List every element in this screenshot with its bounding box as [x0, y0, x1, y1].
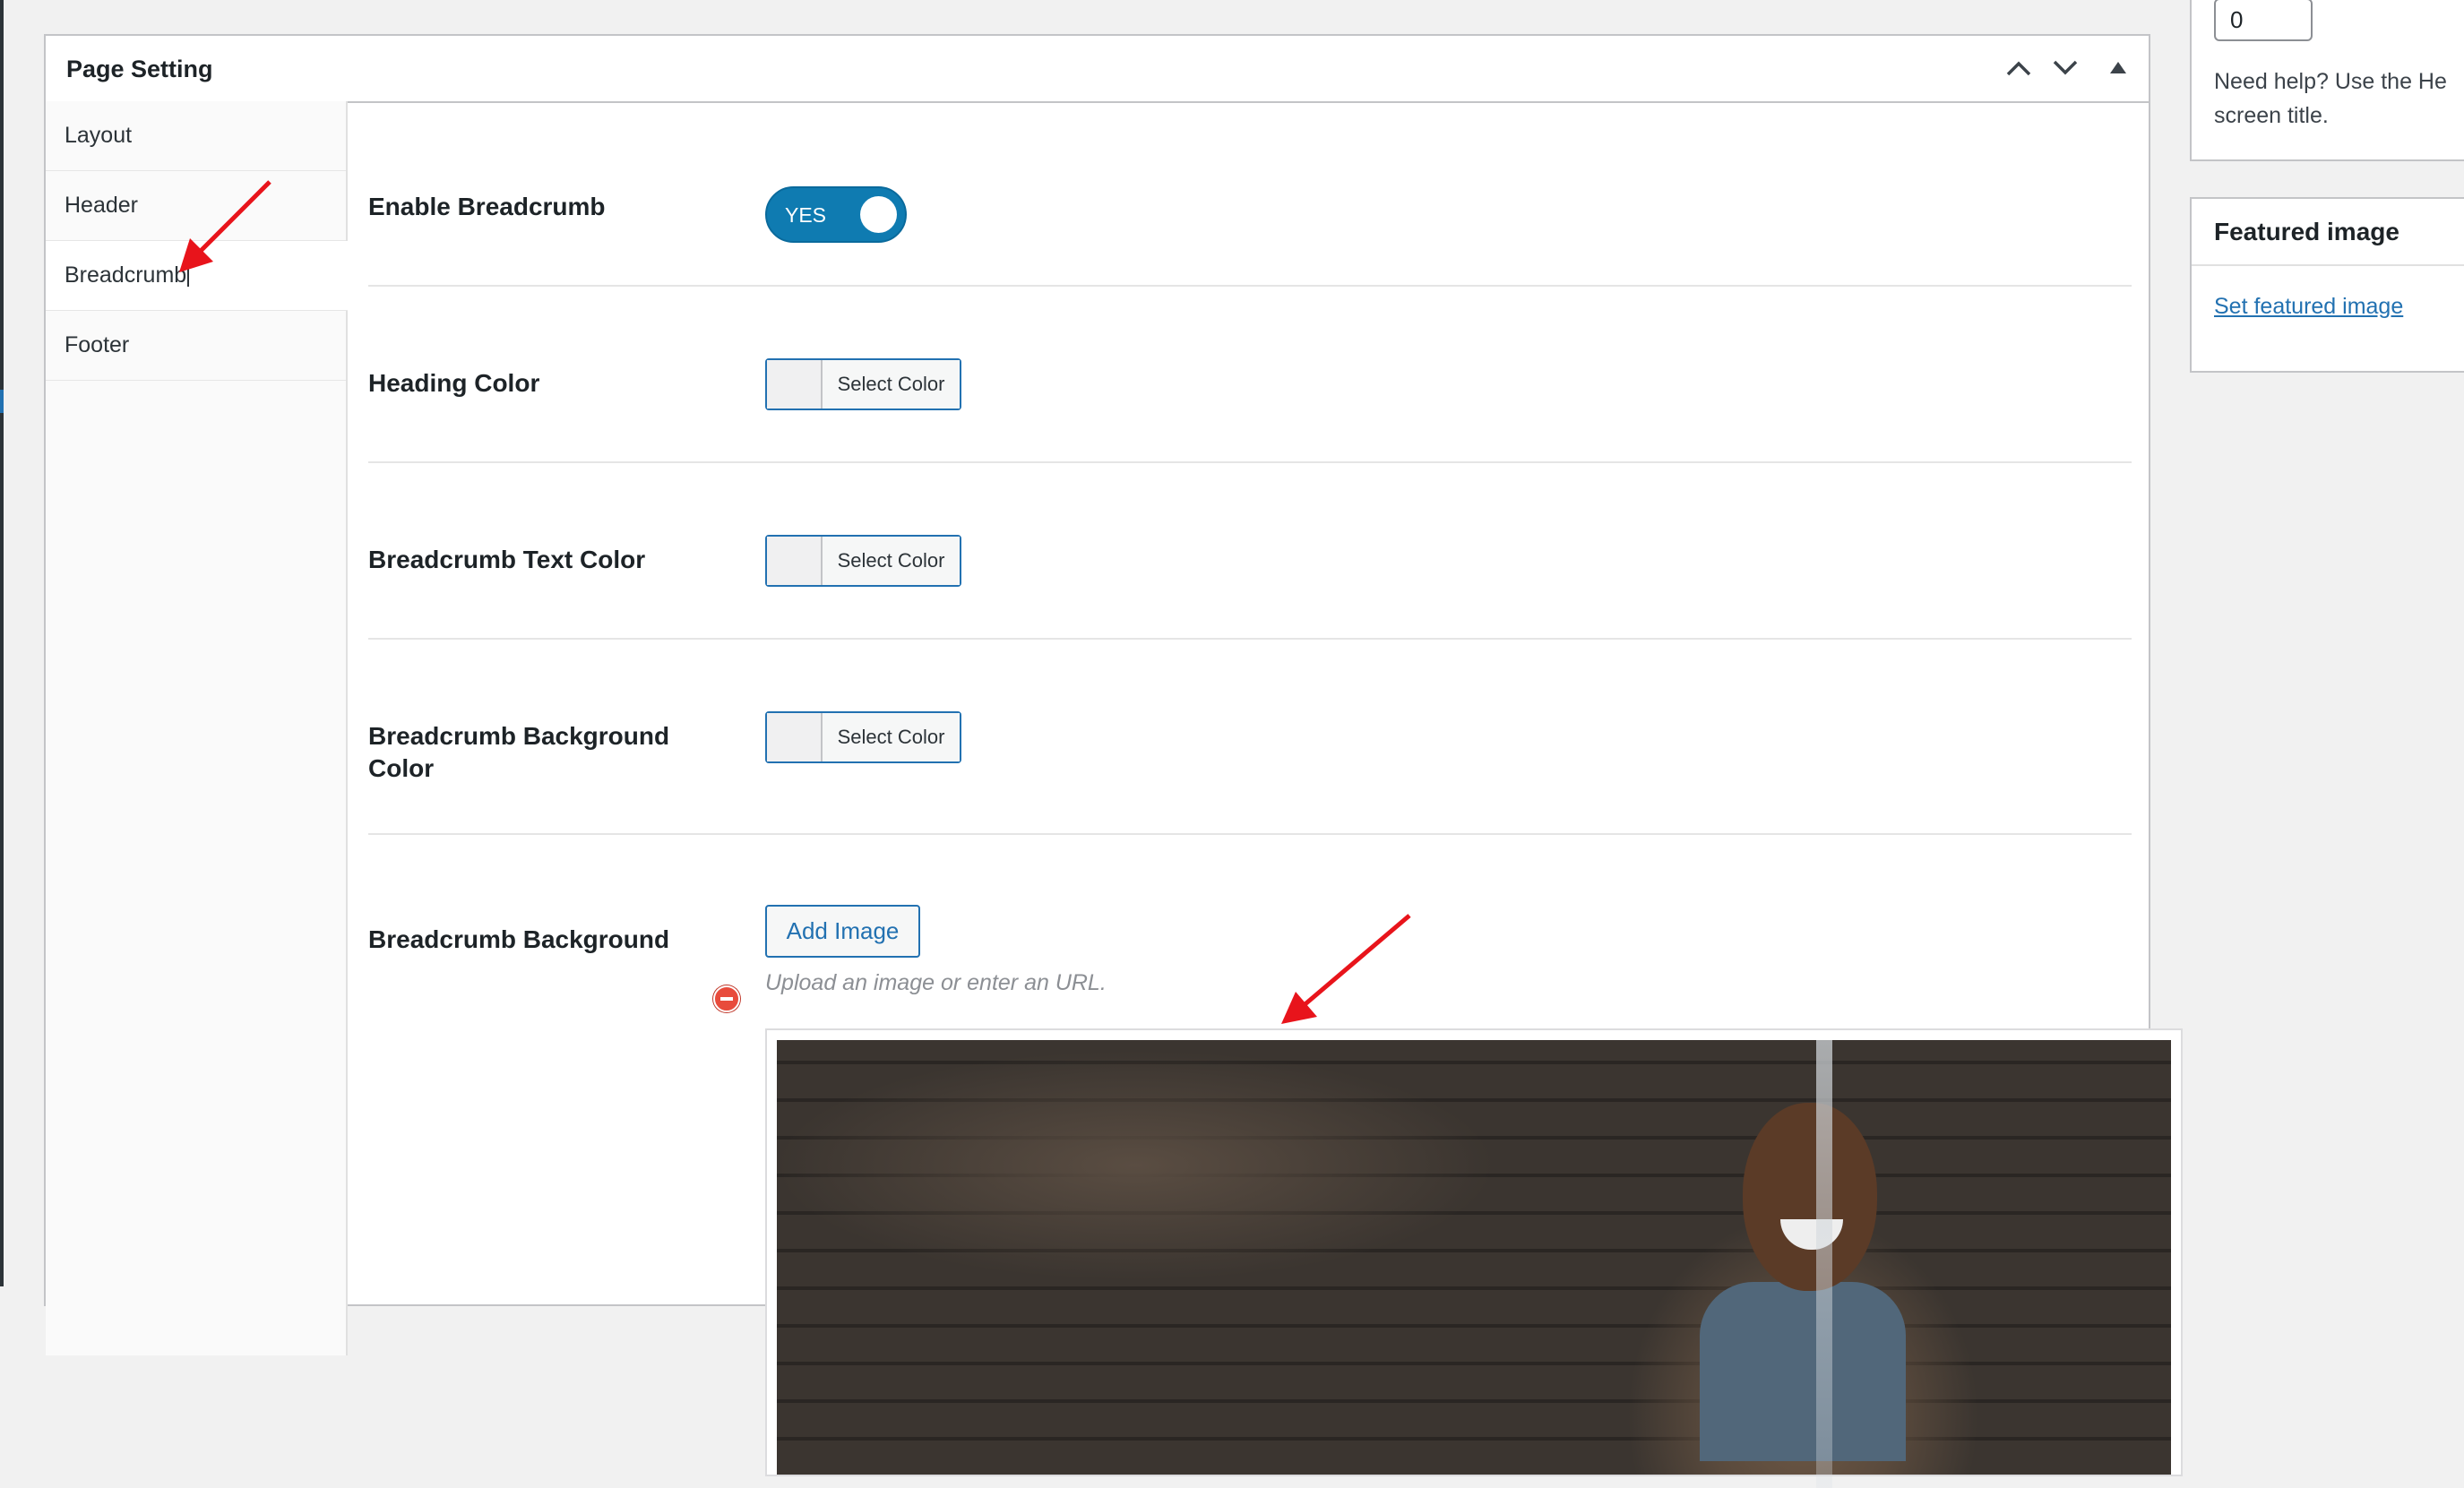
tab-header[interactable]: Header — [46, 171, 346, 241]
enable-breadcrumb-toggle[interactable]: YES — [765, 186, 907, 243]
select-color-text: Select Color — [823, 537, 960, 585]
upload-hint: Upload an image or enter an URL. — [765, 970, 1107, 995]
image-detail — [1700, 1282, 1906, 1461]
add-image-button[interactable]: Add Image — [765, 905, 920, 958]
row-breadcrumb-background-color: Breadcrumb Background Color Select Color — [368, 640, 2132, 835]
metabox-header: Page Setting — [46, 36, 2149, 103]
heading-color-picker-button[interactable]: Select Color — [765, 358, 961, 410]
toggle-panel-triangle-icon[interactable] — [2102, 52, 2134, 84]
toggle-text: YES — [785, 203, 827, 227]
set-featured-image-link[interactable]: Set featured image — [2214, 294, 2403, 320]
breadcrumb-background-label: Breadcrumb Background — [368, 925, 670, 953]
select-color-text: Select Color — [823, 360, 960, 409]
chevron-up-icon[interactable] — [2003, 52, 2035, 84]
settings-tabs: Layout Header Breadcrumb Footer — [46, 101, 348, 1355]
breadcrumb-text-color-picker-button[interactable]: Select Color — [765, 535, 961, 587]
order-input[interactable] — [2214, 0, 2313, 41]
breadcrumb-background-image — [777, 1040, 2171, 1488]
image-detail — [1743, 1103, 1877, 1291]
page-attributes-box: Need help? Use the He screen title. — [2190, 0, 2464, 161]
image-detail — [1816, 1040, 1832, 1488]
help-text-line2: screen title. — [2214, 103, 2329, 128]
tab-breadcrumb-label: Breadcrumb — [65, 262, 187, 288]
metabox-title: Page Setting — [66, 56, 213, 82]
select-color-text: Select Color — [823, 713, 960, 761]
color-swatch — [767, 360, 823, 409]
admin-menu-active-marker — [0, 390, 4, 413]
toggle-knob — [860, 196, 897, 233]
heading-color-label: Heading Color — [368, 369, 540, 397]
row-breadcrumb-text-color: Breadcrumb Text Color Select Color — [368, 463, 2132, 640]
admin-menu-edge — [0, 0, 4, 1286]
image-preview-frame — [765, 1028, 2183, 1488]
tab-footer[interactable]: Footer — [46, 311, 346, 381]
help-text-line1: Need help? Use the He — [2214, 69, 2447, 94]
breadcrumb-background-color-label: Breadcrumb Background Color — [368, 722, 670, 782]
row-breadcrumb-background: Breadcrumb Background Add Image Upload a… — [368, 835, 2183, 1488]
enable-breadcrumb-label: Enable Breadcrumb — [368, 193, 606, 220]
settings-content: Enable Breadcrumb YES Heading Color Sele… — [368, 103, 2183, 1488]
row-enable-breadcrumb: Enable Breadcrumb YES — [368, 103, 2132, 287]
page-setting-metabox: Page Setting Layout Header Breadcrumb Fo… — [44, 34, 2183, 1488]
help-text: Need help? Use the He screen title. — [2214, 65, 2464, 133]
chevron-down-icon[interactable] — [2049, 52, 2081, 84]
breadcrumb-background-color-picker-button[interactable]: Select Color — [765, 711, 961, 763]
color-swatch — [767, 713, 823, 761]
remove-image-icon[interactable] — [713, 985, 740, 1012]
row-heading-color: Heading Color Select Color — [368, 287, 2132, 463]
tab-breadcrumb[interactable]: Breadcrumb — [46, 241, 348, 311]
featured-image-title: Featured image — [2192, 199, 2464, 266]
breadcrumb-text-color-label: Breadcrumb Text Color — [368, 546, 646, 573]
featured-image-box: Featured image Set featured image — [2190, 197, 2464, 373]
color-swatch — [767, 537, 823, 585]
tab-layout[interactable]: Layout — [46, 101, 346, 171]
